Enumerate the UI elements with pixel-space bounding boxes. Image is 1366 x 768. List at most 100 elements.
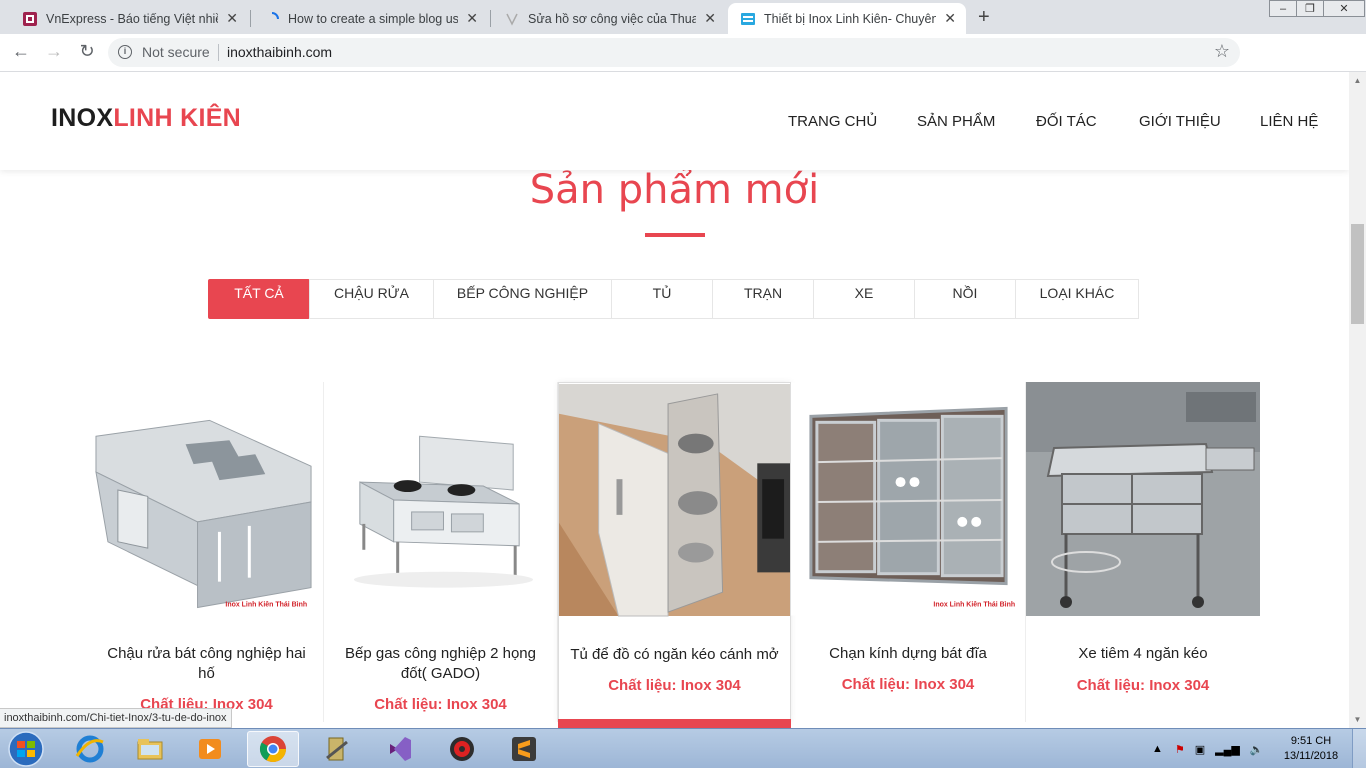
product-image-gas-stove[interactable] xyxy=(324,382,557,616)
signal-bars-icon[interactable]: ▂▄▆ xyxy=(1215,743,1240,756)
product-material: Chất liệu: Inox 304 xyxy=(608,677,741,694)
address-divider xyxy=(218,44,219,61)
nav-gioi-thieu[interactable]: GIỚI THIỆU xyxy=(1139,113,1221,130)
scroll-down-icon[interactable]: ▼ xyxy=(1349,711,1366,728)
tab-blog-tutorial[interactable]: How to create a simple blog usin ✕ xyxy=(252,3,488,34)
address-bar[interactable]: i Not secure inoxthaibinh.com ☆ xyxy=(108,38,1240,67)
show-hidden-icons-icon[interactable]: ▲ xyxy=(1152,743,1163,755)
browser-tab-strip: VnExpress - Báo tiếng Việt nhiều ✕ How t… xyxy=(0,0,1366,34)
vnexpress-favicon xyxy=(22,11,38,27)
device-icon[interactable]: ▣ xyxy=(1195,743,1205,756)
close-icon[interactable]: ✕ xyxy=(944,10,956,27)
tab-title: How to create a simple blog usin xyxy=(288,11,459,26)
product-card[interactable]: Xe tiêm 4 ngăn kéo Chất liệu: Inox 304 xyxy=(1026,382,1260,722)
product-card-hovered[interactable]: Tủ để đồ có ngăn kéo cánh mở Chất liệu: … xyxy=(558,382,791,728)
nav-lien-he[interactable]: LIÊN HỆ xyxy=(1260,113,1318,130)
product-name[interactable]: Bếp gas công nghiệp 2 họng đốt( GADO) xyxy=(332,644,549,684)
file-explorer-icon[interactable] xyxy=(124,731,176,767)
product-image-cart[interactable] xyxy=(1026,382,1260,616)
product-name[interactable]: Chậu rửa bát công nghiệp hai hố xyxy=(98,644,315,684)
status-bar-link: inoxthaibinh.com/Chi-tiet-Inox/3-tu-de-d… xyxy=(0,708,232,728)
logo-text-dark: INOX xyxy=(51,104,114,132)
tab-profile-edit[interactable]: Sửa hồ sơ công việc của Thuan T ✕ xyxy=(492,3,726,34)
hover-accent-bar xyxy=(558,719,791,728)
image-watermark: Inox Linh Kiên Thái Bình xyxy=(225,602,307,609)
filter-noi[interactable]: NỒI xyxy=(914,279,1016,319)
filter-tu[interactable]: TỦ xyxy=(611,279,713,319)
tab-divider xyxy=(250,10,251,27)
product-card[interactable]: Inox Linh Kiên Thái Bình Chạn kính dựng … xyxy=(791,382,1026,722)
security-label: Not secure xyxy=(142,44,210,60)
scrollbar-thumb[interactable] xyxy=(1351,224,1364,324)
nav-doi-tac[interactable]: ĐỐI TÁC xyxy=(1036,113,1097,130)
internet-explorer-icon[interactable] xyxy=(64,731,116,767)
product-material: Chất liệu: Inox 304 xyxy=(374,696,507,713)
minimize-button[interactable]: – xyxy=(1269,0,1297,17)
site-favicon xyxy=(740,11,756,27)
new-tab-button[interactable]: + xyxy=(978,6,990,29)
clock-time: 9:51 CH xyxy=(1290,735,1332,747)
window-controls: – ❐ ✕ xyxy=(1269,0,1365,18)
visual-studio-icon[interactable] xyxy=(373,731,425,767)
product-material: Chất liệu: Inox 304 xyxy=(1076,677,1210,694)
nav-trang-chu[interactable]: TRANG CHỦ xyxy=(788,113,877,130)
restore-button[interactable]: ❐ xyxy=(1296,0,1324,17)
filter-bep-cong-nghiep[interactable]: BẾP CÔNG NGHIỆP xyxy=(433,279,612,319)
scroll-up-icon[interactable]: ▲ xyxy=(1349,72,1366,89)
network-warning-icon[interactable]: ⚑ xyxy=(1175,743,1185,756)
back-arrow-icon[interactable]: ← xyxy=(9,41,33,62)
page-favicon xyxy=(504,11,520,27)
close-window-button[interactable]: ✕ xyxy=(1323,0,1365,17)
browser-toolbar: ← → ↻ i Not secure inoxthaibinh.com ☆ ☺ … xyxy=(0,34,1366,96)
tab-title: VnExpress - Báo tiếng Việt nhiều xyxy=(46,11,219,26)
chrome-icon[interactable] xyxy=(247,731,299,767)
page-viewport: INOXLINH KIÊN TRANG CHỦ SẢN PHẨM ĐỐI TÁC… xyxy=(0,72,1349,728)
filter-chau-rua[interactable]: CHẬU RỬA xyxy=(309,279,434,319)
taskbar-clock[interactable]: 9:51 CH 13/11/2018 xyxy=(1276,734,1346,764)
windows-taskbar: ▲ ⚑ ▣ ▂▄▆ 🔈 9:51 CH 13/11/2018 xyxy=(0,728,1366,768)
clock-date: 13/11/2018 xyxy=(1283,750,1339,762)
media-player-icon[interactable] xyxy=(184,731,236,767)
close-icon[interactable]: ✕ xyxy=(704,10,716,27)
filter-tat-ca[interactable]: TẤT CẢ xyxy=(208,279,310,319)
product-name[interactable]: Xe tiêm 4 ngăn kéo xyxy=(1034,644,1252,664)
system-tray: ▲ ⚑ ▣ ▂▄▆ 🔈 xyxy=(1152,729,1264,768)
product-name[interactable]: Tủ để đồ có ngăn kéo cánh mở xyxy=(567,645,782,665)
page-scrollbar[interactable]: ▲ ▼ xyxy=(1349,72,1366,728)
show-desktop-button[interactable] xyxy=(1352,729,1366,768)
image-watermark: Inox Linh Kiên Thái Bình xyxy=(933,602,1015,609)
loading-spinner-icon xyxy=(264,11,280,27)
section-title: Sản phẩm mới xyxy=(529,167,820,213)
product-image-drawer-cabinet[interactable] xyxy=(559,383,790,617)
product-card[interactable]: Bếp gas công nghiệp 2 họng đốt( GADO) Ch… xyxy=(324,382,558,722)
volume-icon[interactable]: 🔈 xyxy=(1250,743,1264,756)
product-image-sink[interactable]: Inox Linh Kiên Thái Bình xyxy=(90,382,323,616)
info-icon[interactable]: i xyxy=(118,45,132,59)
url-text[interactable]: inoxthaibinh.com xyxy=(227,44,332,60)
category-filter-bar: TẤT CẢ CHẬU RỬA BẾP CÔNG NGHIỆP TỦ TRẠN … xyxy=(208,279,1139,319)
start-button[interactable] xyxy=(3,730,49,768)
product-name[interactable]: Chạn kính dựng bát đĩa xyxy=(799,644,1017,664)
bookmark-star-icon[interactable]: ☆ xyxy=(1214,41,1230,62)
product-image-glass-cabinet[interactable]: Inox Linh Kiên Thái Bình xyxy=(791,382,1025,616)
tab-title: Sửa hồ sơ công việc của Thuan T xyxy=(528,11,697,26)
app-red-icon[interactable] xyxy=(436,731,488,767)
forward-arrow-icon[interactable]: → xyxy=(42,41,66,62)
product-material: Chất liệu: Inox 304 xyxy=(841,676,975,693)
sublime-text-icon[interactable] xyxy=(498,731,550,767)
tab-divider xyxy=(490,10,491,27)
filter-xe[interactable]: XE xyxy=(813,279,915,319)
close-icon[interactable]: ✕ xyxy=(466,10,478,27)
title-underline xyxy=(645,233,705,237)
filter-tran[interactable]: TRẠN xyxy=(712,279,814,319)
product-card[interactable]: Inox Linh Kiên Thái Bình Chậu rửa bát cô… xyxy=(90,382,324,722)
tab-inox-linh-kien[interactable]: Thiết bị Inox Linh Kiên- Chuyên c ✕ xyxy=(728,3,966,34)
filter-loai-khac[interactable]: LOẠI KHÁC xyxy=(1015,279,1139,319)
close-icon[interactable]: ✕ xyxy=(226,10,238,27)
logo-text-red: LINH KIÊN xyxy=(113,104,242,132)
tab-vnexpress[interactable]: VnExpress - Báo tiếng Việt nhiều ✕ xyxy=(10,3,248,34)
nav-san-pham[interactable]: SẢN PHẨM xyxy=(917,113,995,130)
tools-icon[interactable] xyxy=(310,731,362,767)
site-logo[interactable]: INOXLINH KIÊN xyxy=(51,104,241,133)
reload-icon[interactable]: ↻ xyxy=(75,41,99,62)
